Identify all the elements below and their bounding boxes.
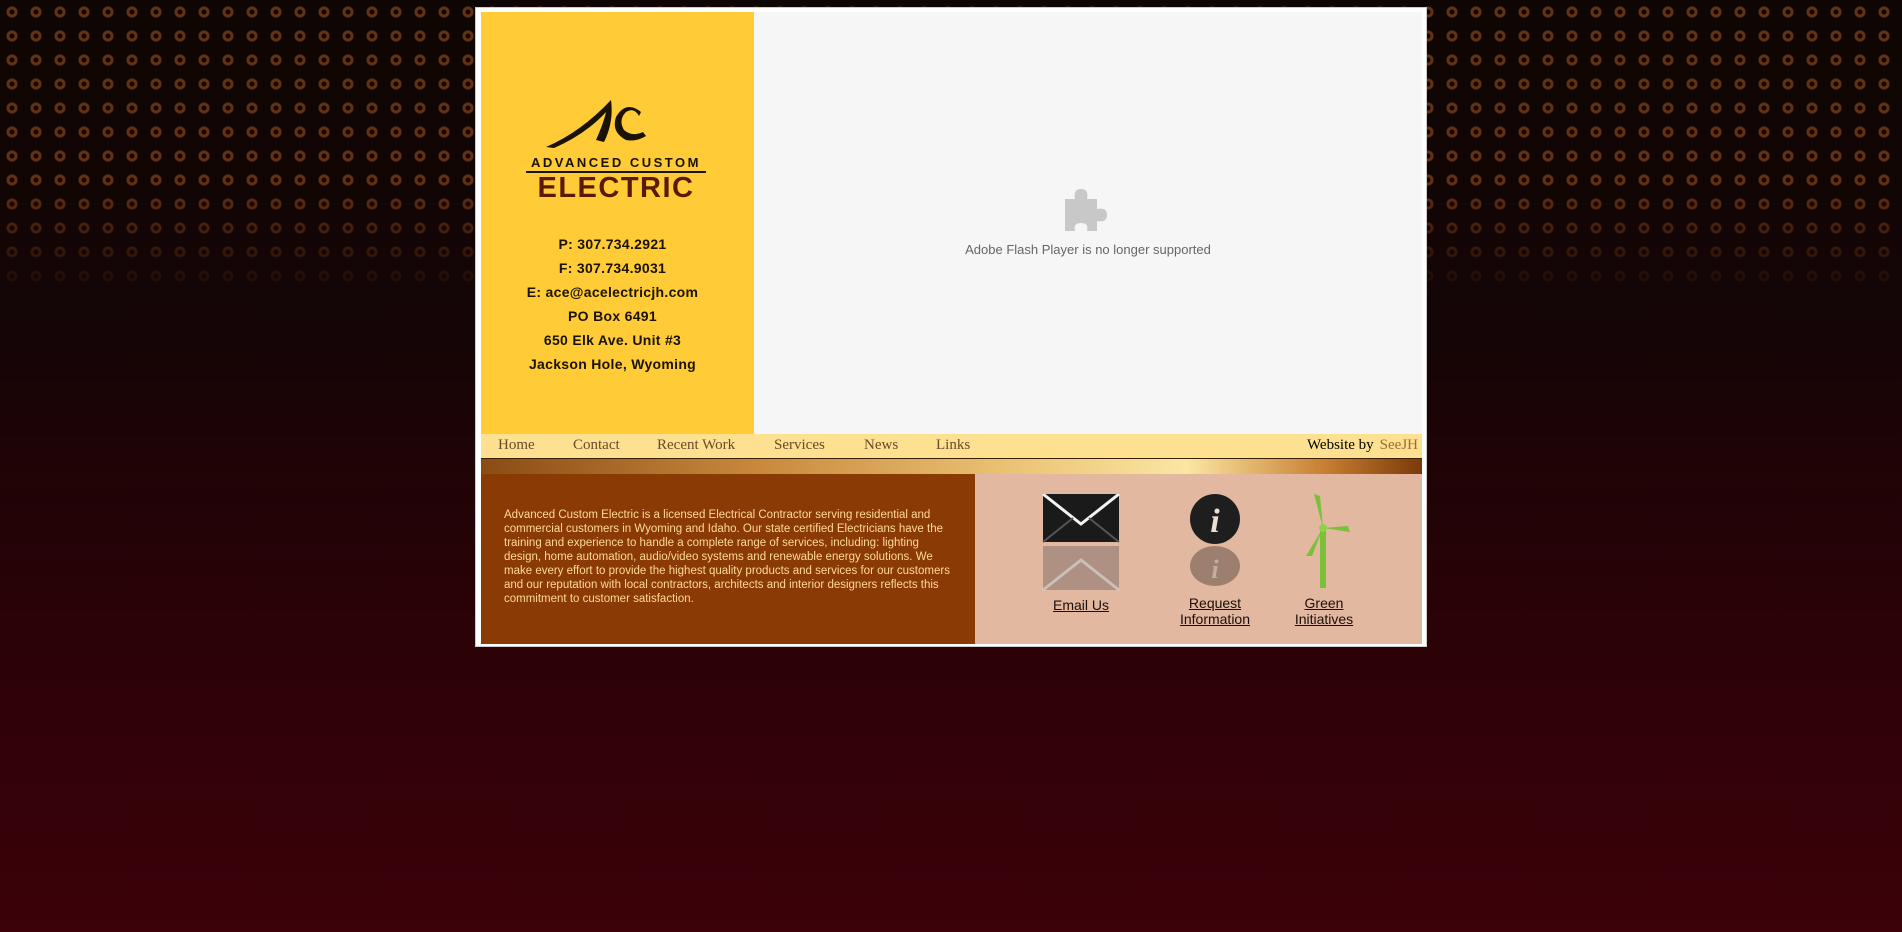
po-box: PO Box 6491: [568, 308, 657, 324]
page-frame: ADVANCED CUSTOM ELECTRIC P: 307.734.2921…: [475, 7, 1427, 647]
request-info-item[interactable]: i i Request Information: [1170, 494, 1260, 627]
bronze-divider: [481, 458, 1422, 474]
green-initiatives-item[interactable]: Green Initiatives: [1284, 494, 1364, 627]
contact-info: P: 307.734.2921 F: 307.734.9031 E: ace@a…: [481, 232, 744, 376]
main-nav: Home Contact Recent Work Services News L…: [481, 434, 1422, 458]
svg-text:ELECTRIC: ELECTRIC: [538, 172, 695, 204]
fax-number: F: 307.734.9031: [558, 260, 667, 276]
info-icon: i i: [1190, 494, 1240, 586]
svg-text:i: i: [1211, 555, 1219, 584]
seejh-link[interactable]: SeeJH: [1380, 437, 1418, 453]
about-panel: Advanced Custom Electric is a licensed E…: [481, 474, 975, 644]
flash-placeholder: Adobe Flash Player is no longer supporte…: [754, 12, 1422, 434]
website-credit: Website by SeeJH: [1306, 437, 1418, 453]
about-text: Advanced Custom Electric is a licensed E…: [504, 509, 950, 605]
nav-contact[interactable]: Contact: [573, 437, 620, 454]
contact-sidebar: ADVANCED CUSTOM ELECTRIC P: 307.734.2921…: [481, 12, 754, 434]
city-state: Jackson Hole, Wyoming: [528, 356, 697, 372]
nav-recent-work[interactable]: Recent Work: [657, 437, 735, 454]
nav-news[interactable]: News: [864, 437, 898, 454]
action-panel: Email Us i i Request Information Green I…: [975, 474, 1422, 644]
email-us-item[interactable]: Email Us: [1041, 492, 1121, 613]
envelope-icon: [1042, 492, 1120, 592]
street-address: 650 Elk Ave. Unit #3: [543, 332, 682, 348]
green-initiatives-link[interactable]: Green Initiatives: [1284, 595, 1364, 627]
phone-number: P: 307.734.2921: [558, 236, 667, 252]
email-us-link[interactable]: Email Us: [1041, 597, 1121, 613]
svg-text:i: i: [1210, 503, 1220, 540]
company-logo: ADVANCED CUSTOM ELECTRIC: [526, 100, 706, 204]
nav-links[interactable]: Links: [936, 437, 970, 454]
nav-services[interactable]: Services: [774, 437, 825, 454]
email-address[interactable]: E: ace@acelectricjh.com: [481, 280, 744, 304]
flash-message: Adobe Flash Player is no longer supporte…: [965, 242, 1211, 257]
svg-text:ADVANCED CUSTOM: ADVANCED CUSTOM: [531, 155, 701, 170]
request-info-link[interactable]: Request Information: [1170, 595, 1260, 627]
puzzle-icon: [1065, 189, 1107, 231]
wind-turbine-icon: [1306, 494, 1350, 588]
nav-home[interactable]: Home: [498, 437, 535, 454]
